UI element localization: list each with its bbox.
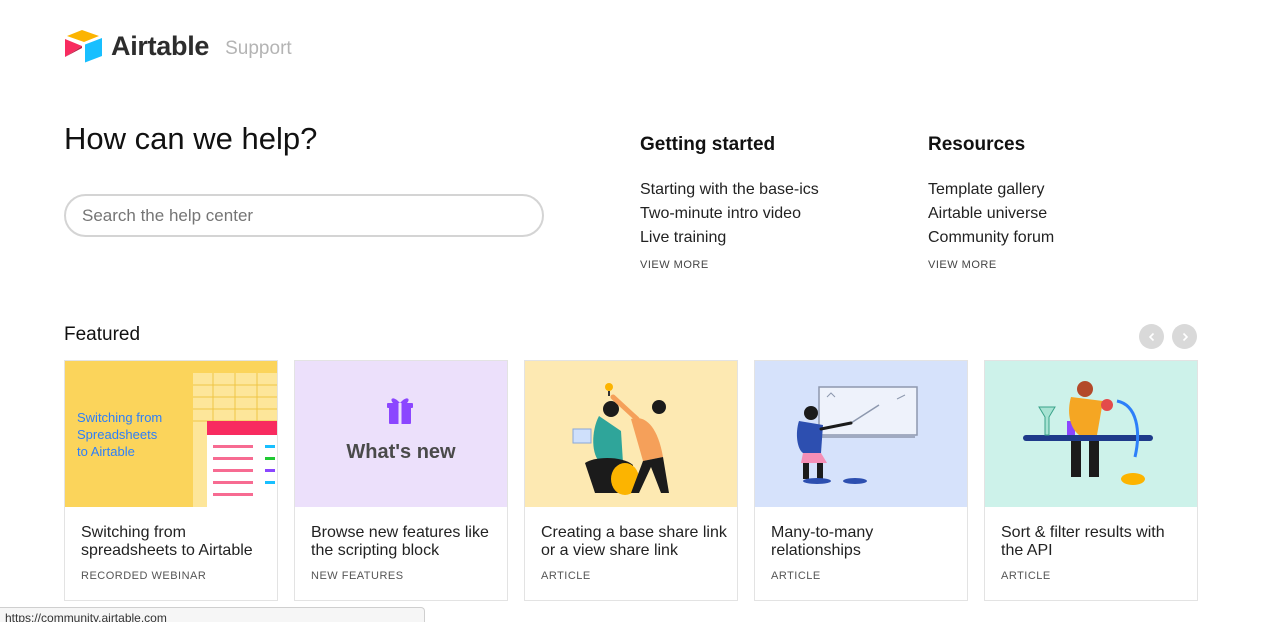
collaboration-illustration: [525, 361, 737, 507]
logo-wordmark: Airtable: [111, 30, 210, 61]
card-type: NEW FEATURES: [311, 570, 404, 582]
lab-illustration: [985, 361, 1197, 507]
resources-link-universe[interactable]: Airtable universe: [928, 202, 1054, 226]
card-type: ARTICLE: [541, 570, 591, 582]
card-thumbnail: Switching from Spreadsheets to Airtable: [65, 361, 277, 507]
card-type: ARTICLE: [1001, 570, 1051, 582]
getting-started-heading: Getting started: [640, 134, 776, 155]
page-title: How can we help?: [64, 121, 318, 156]
featured-card-spreadsheets[interactable]: Switching from Spreadsheets to Airtable …: [64, 360, 278, 601]
airtable-logo-icon: [65, 30, 102, 63]
featured-card-share-link[interactable]: Creating a base share link or a view sha…: [524, 360, 738, 601]
card-type: ARTICLE: [771, 570, 821, 582]
chevron-left-icon: [1148, 332, 1154, 341]
featured-card-whats-new[interactable]: What's new Browse new features like the …: [294, 360, 508, 601]
resources-heading: Resources: [928, 134, 1026, 155]
card-thumbnail: What's new: [295, 361, 507, 507]
logo-support-label: Support: [225, 38, 292, 59]
featured-heading: Featured: [64, 324, 141, 345]
featured-card-sort-filter-api[interactable]: Sort & filter results with the API ARTIC…: [984, 360, 1198, 601]
carousel-prev-button[interactable]: [1139, 324, 1164, 349]
link-preview-status-bar: https://community.airtable.com: [0, 607, 425, 622]
card-title[interactable]: Switching from spreadsheets to Airtable: [81, 524, 267, 560]
card-title[interactable]: Creating a base share link or a view sha…: [541, 524, 727, 560]
featured-card-many-to-many[interactable]: Many-to-many relationships ARTICLE: [754, 360, 968, 601]
card-thumbnail: [985, 361, 1197, 507]
card-title[interactable]: Many-to-many relationships: [771, 524, 957, 560]
getting-started-section: Getting started Starting with the base-i…: [640, 134, 819, 272]
card-title[interactable]: Sort & filter results with the API: [1001, 524, 1187, 560]
card-thumbnail-text: Switching from Spreadsheets to Airtable: [77, 410, 163, 459]
card-title[interactable]: Browse new features like the scripting b…: [311, 524, 497, 560]
whiteboard-illustration: [755, 361, 967, 507]
getting-started-link-intro-video[interactable]: Two-minute intro video: [640, 202, 819, 226]
resources-link-template-gallery[interactable]: Template gallery: [928, 178, 1054, 202]
getting-started-link-basics[interactable]: Starting with the base-ics: [640, 178, 819, 202]
resources-link-community-forum[interactable]: Community forum: [928, 226, 1054, 250]
card-thumbnail: [755, 361, 967, 507]
help-search-input[interactable]: [64, 194, 544, 237]
resources-section: Resources Template gallery Airtable univ…: [928, 134, 1054, 272]
getting-started-view-more[interactable]: VIEW MORE: [640, 259, 819, 271]
airtable-logo[interactable]: Airtable Support: [64, 29, 292, 63]
gift-illustration: [295, 361, 507, 507]
card-thumbnail-text: What's new: [346, 441, 456, 463]
card-thumbnail: [525, 361, 737, 507]
carousel-next-button[interactable]: [1172, 324, 1197, 349]
chevron-right-icon: [1182, 332, 1188, 341]
resources-view-more[interactable]: VIEW MORE: [928, 259, 1054, 271]
card-type: RECORDED WEBINAR: [81, 570, 207, 582]
getting-started-link-live-training[interactable]: Live training: [640, 226, 819, 250]
